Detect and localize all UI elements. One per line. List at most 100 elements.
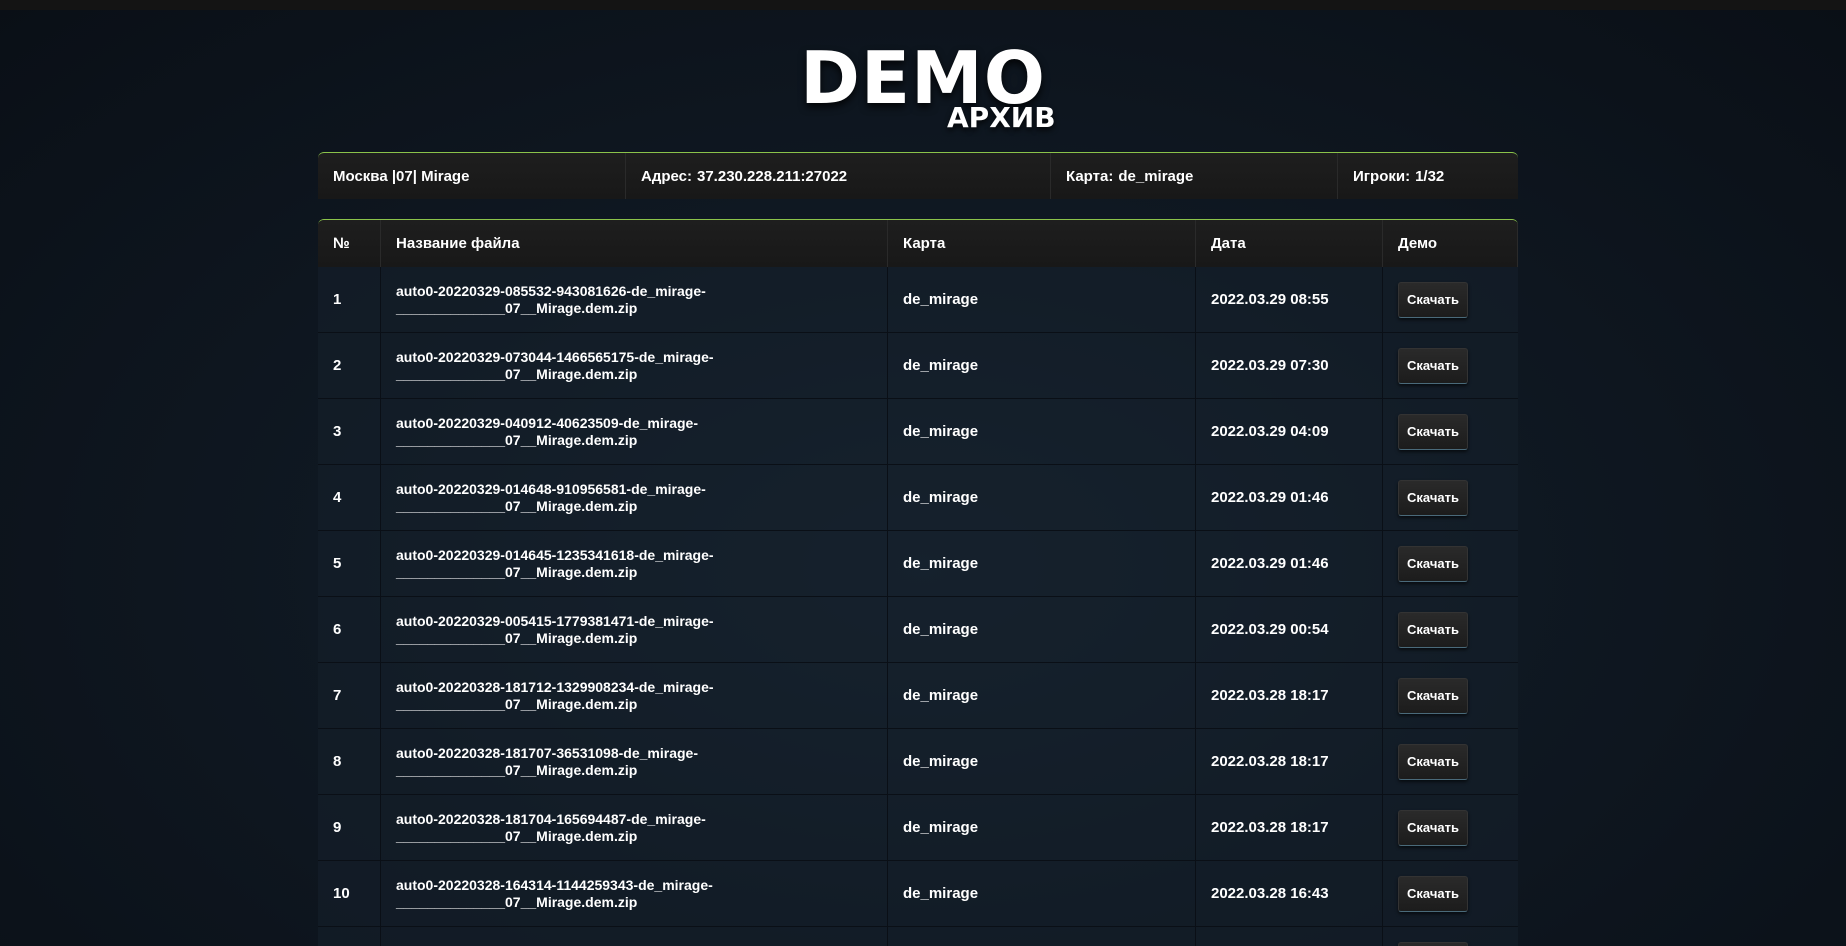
row-date: 2022.03.28 16:43 (1196, 861, 1383, 926)
server-name: Москва |07| Mirage (333, 167, 470, 185)
row-map: de_mirage (888, 399, 1196, 464)
row-filename-line2: ______________07__Mirage.dem.zip (396, 827, 638, 844)
row-filename: auto0-20220328-181707-36531098-de_mirage… (381, 729, 888, 794)
header-date: Дата (1196, 220, 1383, 267)
row-filename: auto0-20220329-073044-1466565175-de_mira… (381, 333, 888, 398)
row-date: 2022.03.28 18:17 (1196, 663, 1383, 728)
row-num: 1 (318, 267, 381, 332)
row-demo: Скачать (1383, 927, 1518, 946)
row-num: 6 (318, 597, 381, 662)
table-row: 8 auto0-20220328-181707-36531098-de_mirag… (318, 729, 1518, 795)
row-map: de_mirage (888, 531, 1196, 596)
server-players-cell: Игроки: 1/32 (1338, 153, 1518, 199)
row-filename-line2: ______________07__Mirage.dem.zip (396, 299, 638, 316)
download-button[interactable]: Скачать (1398, 545, 1468, 582)
server-address-label: Адрес: (641, 167, 692, 185)
server-name-cell: Москва |07| Mirage (318, 153, 626, 199)
row-filename-line1: auto0-20220328-164300-1027111467-de_mira… (396, 943, 712, 946)
row-filename-line2: ______________07__Mirage.dem.zip (396, 761, 638, 778)
row-filename: auto0-20220328-181704-165694487-de_mirag… (381, 795, 888, 860)
download-button[interactable]: Скачать (1398, 281, 1468, 318)
row-filename-line1: auto0-20220328-181704-165694487-de_mirag… (396, 810, 706, 827)
row-num: 11 (318, 927, 381, 946)
row-demo: Скачать (1383, 663, 1518, 728)
table-row: 9 auto0-20220328-181704-165694487-de_mira… (318, 795, 1518, 861)
row-filename-line2: ______________07__Mirage.dem.zip (396, 629, 638, 646)
row-filename: auto0-20220328-164300-1027111467-de_mira… (381, 927, 888, 946)
row-filename-line1: auto0-20220329-005415-1779381471-de_mira… (396, 612, 714, 629)
download-button[interactable]: Скачать (1398, 611, 1468, 648)
row-map: de_mirage (888, 927, 1196, 946)
row-date: 2022.03.29 01:46 (1196, 531, 1383, 596)
download-button[interactable]: Скачать (1398, 677, 1468, 714)
download-button[interactable]: Скачать (1398, 413, 1468, 450)
row-date: 2022.03.29 01:46 (1196, 465, 1383, 530)
row-map: de_mirage (888, 465, 1196, 530)
row-filename: auto0-20220328-164314-1144259343-de_mira… (381, 861, 888, 926)
row-filename-line1: auto0-20220329-040912-40623509-de_mirage… (396, 414, 698, 431)
server-map-label: Карта: (1066, 167, 1114, 185)
row-filename-line1: auto0-20220329-085532-943081626-de_mirag… (396, 282, 706, 299)
table-row: 7 auto0-20220328-181712-1329908234-de_mir… (318, 663, 1518, 729)
server-info-bar: Москва |07| Mirage Адрес: 37.230.228.211… (318, 152, 1518, 199)
row-demo: Скачать (1383, 795, 1518, 860)
demo-table: № Название файла Карта Дата Демо 1 auto0-… (318, 219, 1518, 946)
row-filename-line2: ______________07__Mirage.dem.zip (396, 431, 638, 448)
row-num: 7 (318, 663, 381, 728)
row-filename: auto0-20220329-014645-1235341618-de_mira… (381, 531, 888, 596)
table-header-row: № Название файла Карта Дата Демо (318, 220, 1518, 267)
logo-title: DEMO (800, 36, 1046, 120)
row-demo: Скачать (1383, 465, 1518, 530)
download-button[interactable]: Скачать (1398, 809, 1468, 846)
row-filename-line1: auto0-20220329-014645-1235341618-de_mira… (396, 546, 714, 563)
row-filename-line2: ______________07__Mirage.dem.zip (396, 497, 638, 514)
row-num: 10 (318, 861, 381, 926)
row-filename-line2: ______________07__Mirage.dem.zip (396, 893, 638, 910)
server-map: de_mirage (1118, 167, 1194, 185)
site-logo[interactable]: DEMO АРХИВ (0, 38, 1846, 138)
row-map: de_mirage (888, 663, 1196, 728)
row-num: 8 (318, 729, 381, 794)
table-row: 11 auto0-20220328-164300-1027111467-de_mi… (318, 927, 1518, 946)
server-players-label: Игроки: (1353, 167, 1411, 185)
row-date: 2022.03.28 16:43 (1196, 927, 1383, 946)
download-button[interactable]: Скачать (1398, 875, 1468, 912)
download-button[interactable]: Скачать (1398, 347, 1468, 384)
row-date: 2022.03.28 18:17 (1196, 729, 1383, 794)
row-date: 2022.03.29 00:54 (1196, 597, 1383, 662)
server-address-cell: Адрес: 37.230.228.211:27022 (626, 153, 1051, 199)
header-file: Название файла (381, 220, 888, 267)
header-demo: Демо (1383, 220, 1518, 267)
table-row: 2 auto0-20220329-073044-1466565175-de_mir… (318, 333, 1518, 399)
row-demo: Скачать (1383, 267, 1518, 332)
download-button[interactable]: Скачать (1398, 743, 1468, 780)
row-filename-line1: auto0-20220328-181712-1329908234-de_mira… (396, 678, 714, 695)
row-map: de_mirage (888, 267, 1196, 332)
row-date: 2022.03.29 07:30 (1196, 333, 1383, 398)
row-num: 4 (318, 465, 381, 530)
row-demo: Скачать (1383, 333, 1518, 398)
table-row: 5 auto0-20220329-014645-1235341618-de_mir… (318, 531, 1518, 597)
row-filename: auto0-20220329-005415-1779381471-de_mira… (381, 597, 888, 662)
download-button[interactable]: Скачать (1398, 941, 1468, 946)
row-map: de_mirage (888, 597, 1196, 662)
server-players: 1/32 (1415, 167, 1445, 185)
row-map: de_mirage (888, 795, 1196, 860)
row-filename: auto0-20220328-181712-1329908234-de_mira… (381, 663, 888, 728)
row-num: 5 (318, 531, 381, 596)
row-demo: Скачать (1383, 399, 1518, 464)
row-demo: Скачать (1383, 729, 1518, 794)
download-button[interactable]: Скачать (1398, 479, 1468, 516)
logo-subtitle: АРХИВ (947, 101, 1056, 134)
row-map: de_mirage (888, 861, 1196, 926)
row-filename-line1: auto0-20220329-014648-910956581-de_mirag… (396, 480, 706, 497)
row-date: 2022.03.29 08:55 (1196, 267, 1383, 332)
row-demo: Скачать (1383, 531, 1518, 596)
table-row: 6 auto0-20220329-005415-1779381471-de_mir… (318, 597, 1518, 663)
row-filename-line1: auto0-20220328-181707-36531098-de_mirage… (396, 744, 698, 761)
row-date: 2022.03.28 18:17 (1196, 795, 1383, 860)
table-row: 4 auto0-20220329-014648-910956581-de_mira… (318, 465, 1518, 531)
header-num: № (318, 220, 381, 267)
row-filename: auto0-20220329-040912-40623509-de_mirage… (381, 399, 888, 464)
row-demo: Скачать (1383, 597, 1518, 662)
